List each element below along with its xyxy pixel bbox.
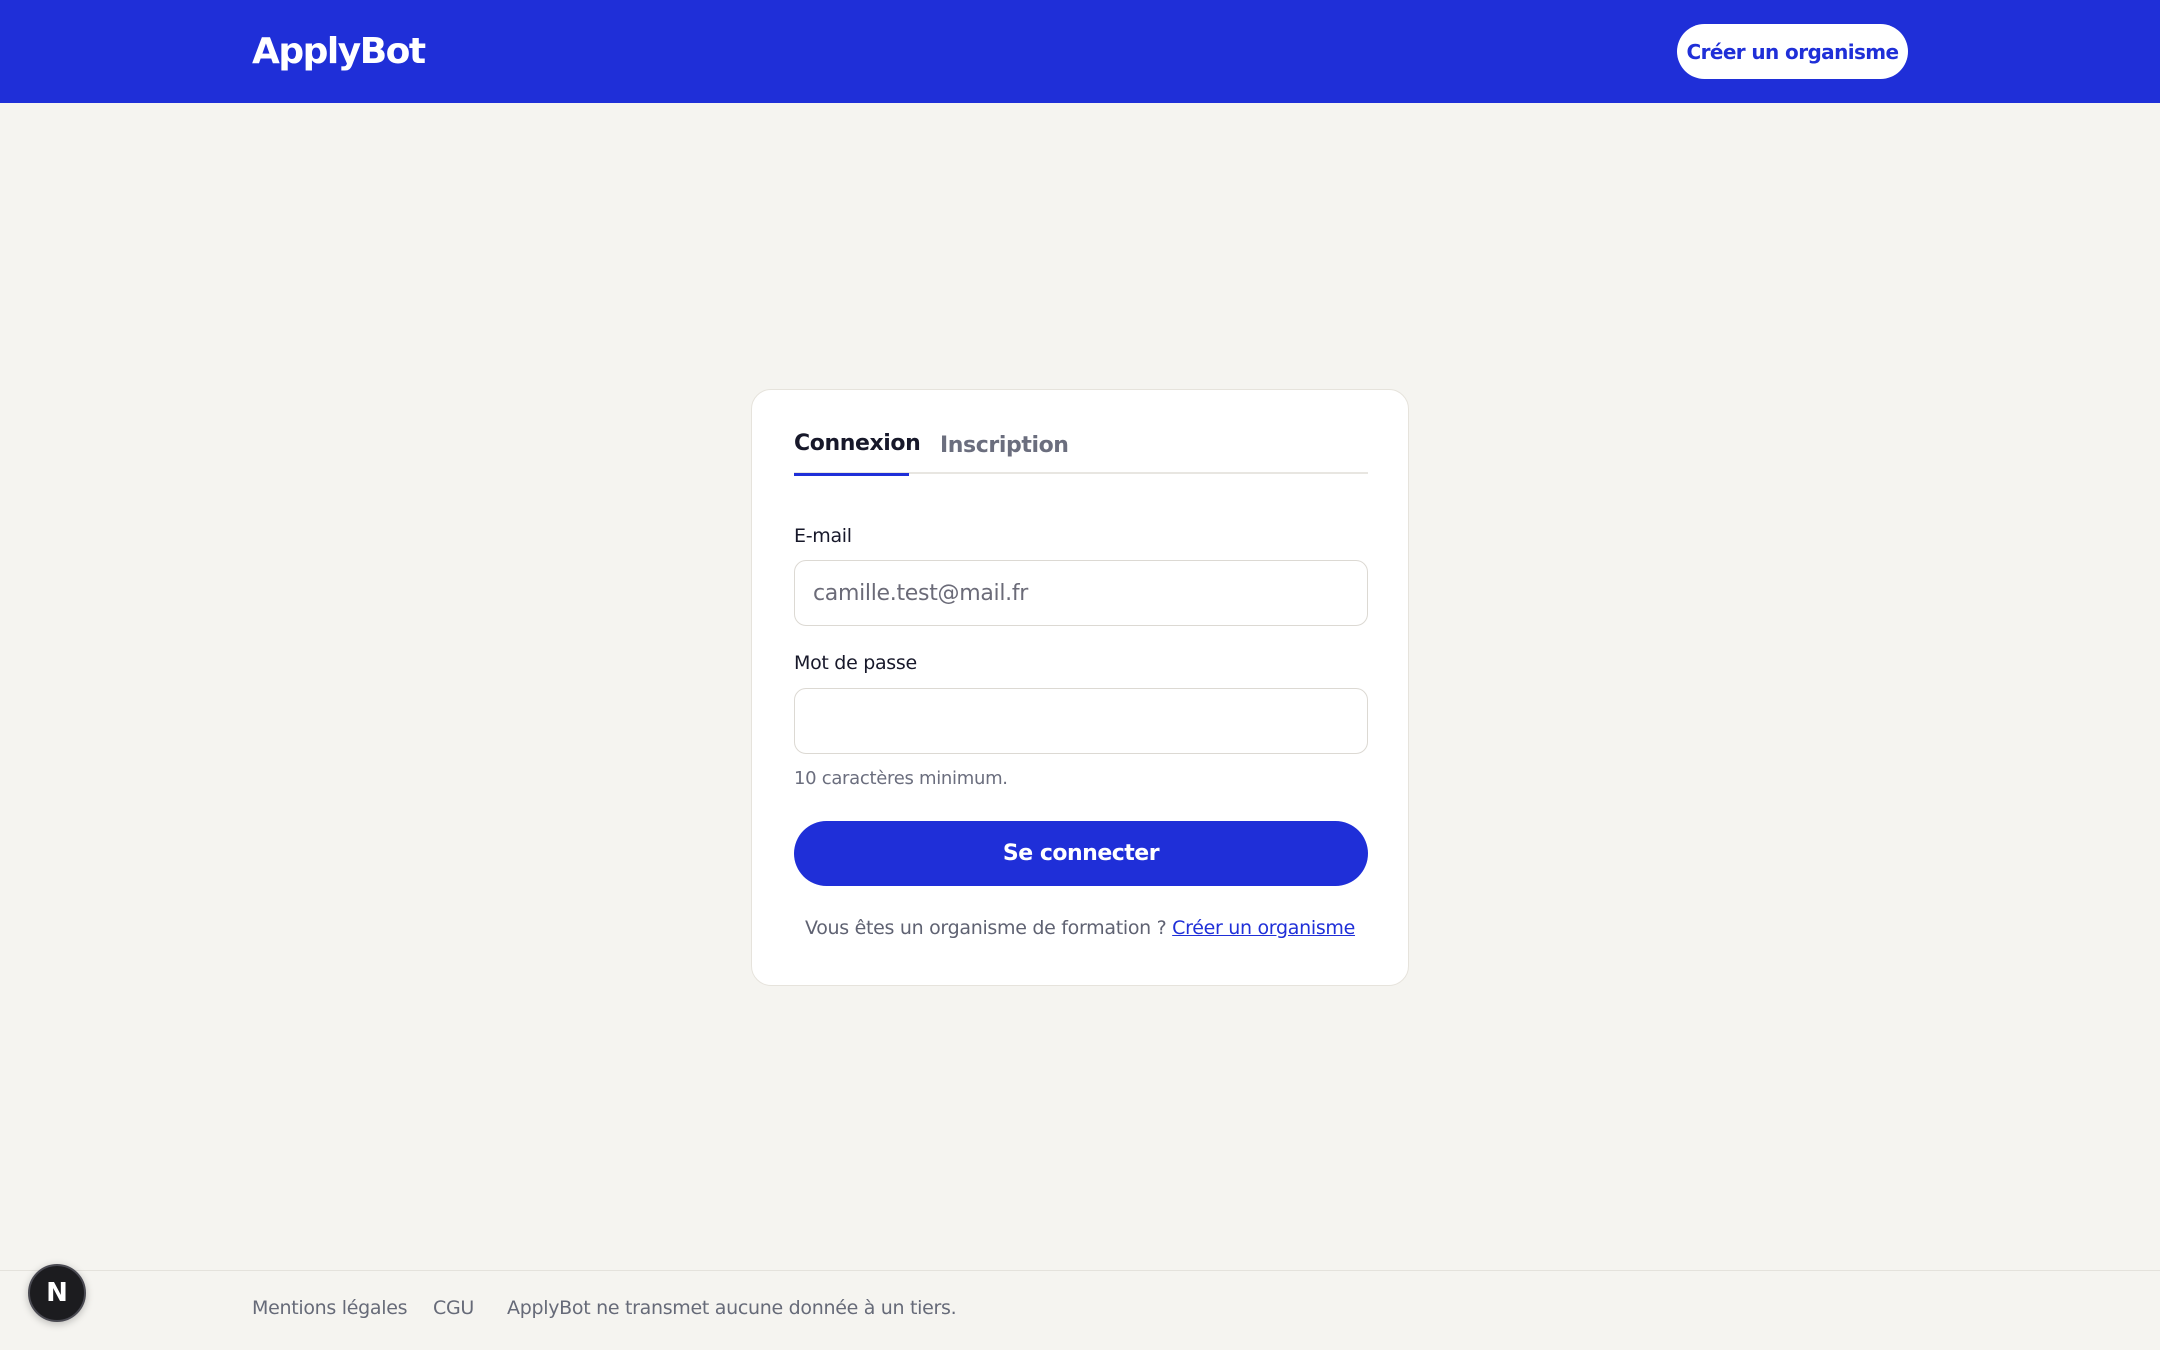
privacy-note: ApplyBot ne transmet aucune donnée à un … xyxy=(507,1297,957,1319)
organization-prompt-text: Vous êtes un organisme de formation ? xyxy=(804,917,1167,939)
create-organization-link[interactable]: Créer un organisme xyxy=(1172,917,1355,939)
password-hint: 10 caractères minimum. xyxy=(794,768,1008,789)
legal-notice-link[interactable]: Mentions légales xyxy=(252,1297,408,1319)
login-button[interactable]: Se connecter xyxy=(794,821,1368,886)
next-logo-icon[interactable]: N xyxy=(28,1264,86,1322)
auth-tabs: Connexion Inscription xyxy=(794,426,1368,476)
password-field[interactable] xyxy=(794,688,1368,754)
password-label: Mot de passe xyxy=(794,652,917,674)
tab-signup[interactable]: Inscription xyxy=(940,428,1069,476)
organization-prompt: Vous êtes un organisme de formation ? Cr… xyxy=(752,917,1408,939)
applybot-logo[interactable]: ApplyBot xyxy=(252,30,426,74)
top-header: ApplyBot Créer un organisme xyxy=(0,0,2160,103)
next-badge-letter: N xyxy=(46,1278,68,1308)
email-field[interactable]: camille.test@mail.fr xyxy=(794,560,1368,626)
footer: Mentions légales CGU ApplyBot ne transme… xyxy=(0,1270,2160,1350)
create-organization-button[interactable]: Créer un organisme xyxy=(1677,24,1908,79)
email-value: camille.test@mail.fr xyxy=(813,580,1029,606)
cgu-link[interactable]: CGU xyxy=(433,1297,474,1319)
auth-card: Connexion Inscription E-mail camille.tes… xyxy=(751,389,1409,986)
tab-login[interactable]: Connexion xyxy=(794,426,921,476)
email-label: E-mail xyxy=(794,525,852,547)
